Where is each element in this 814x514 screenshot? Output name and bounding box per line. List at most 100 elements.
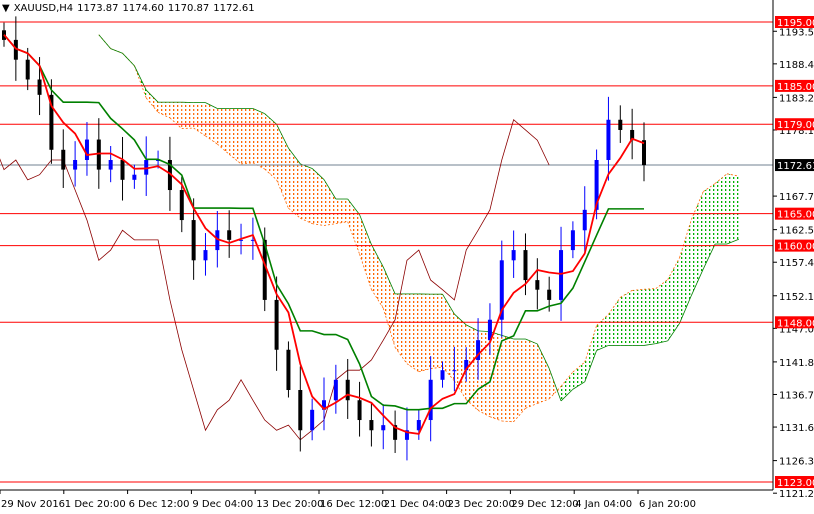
ohlc-open: 1173.87: [77, 3, 119, 14]
level-price-label: 1185.00: [777, 82, 814, 93]
level-price-label: 1195.00: [777, 18, 814, 29]
candle-body: [511, 250, 516, 261]
y-tick-label: 1162.50: [779, 226, 814, 237]
candle-body: [428, 379, 433, 421]
x-tick-label: 1 Dec 20:00: [65, 499, 126, 510]
cloud-segment: [146, 90, 159, 113]
senkou-b-segment: [134, 65, 147, 91]
senkou-b-segment: [122, 52, 135, 66]
price-chart[interactable]: 1193.551188.451183.201178.101167.751162.…: [0, 0, 814, 514]
cloud-segment: [418, 293, 431, 372]
y-tick-label: 1167.75: [779, 192, 814, 203]
ohlc-high: 1174.60: [122, 3, 164, 14]
cloud-segment: [561, 371, 573, 401]
y-tick-label: 1131.60: [779, 423, 814, 434]
cloud-segment: [513, 339, 526, 422]
x-tick-label: 23 Dec 20:00: [448, 499, 515, 510]
candle-body: [73, 160, 78, 170]
cloud-segment: [205, 102, 218, 145]
y-tick-label: 1141.80: [779, 358, 814, 369]
cloud-segment: [359, 214, 372, 290]
cloud-segment: [715, 173, 727, 245]
cloud-segment: [264, 113, 277, 180]
candle-body: [25, 59, 30, 80]
cloud-segment: [726, 173, 739, 245]
candle-body: [570, 230, 575, 251]
horizontal-levels: [0, 21, 773, 483]
ohlc-close: 1172.61: [213, 3, 255, 14]
cloud-segment: [324, 179, 336, 226]
chart-window[interactable]: 1193.551188.451183.201178.101167.751162.…: [0, 0, 814, 514]
candle-body: [227, 230, 232, 240]
price-axis-bg: [773, 0, 814, 514]
y-tick-label: 1152.15: [779, 292, 814, 303]
cloud-segment: [620, 290, 633, 346]
candle-body: [310, 409, 315, 431]
x-tick-label: 4 Jan 04:00: [575, 499, 632, 510]
candle-body: [61, 149, 66, 170]
y-tick-label: 1183.20: [779, 93, 814, 104]
candle-body: [535, 280, 540, 290]
x-tick-label: 6 Dec 12:00: [129, 499, 190, 510]
candle-body: [606, 119, 611, 161]
y-tick-label: 1157.40: [779, 258, 814, 269]
cloud-segment: [584, 325, 597, 382]
candle-body: [179, 190, 184, 221]
cloud-segment: [312, 168, 324, 226]
x-tick-label: 6 Jan 20:00: [639, 499, 696, 510]
candle-body: [108, 160, 113, 170]
cloud-segment: [371, 244, 384, 309]
candle-body: [286, 349, 291, 391]
candle-body: [381, 425, 386, 431]
level-price-label: 1148.00: [777, 318, 814, 329]
candle-body: [547, 289, 552, 300]
candle-body: [618, 119, 623, 130]
cloud-segment: [537, 343, 550, 404]
candle-body: [132, 174, 137, 180]
level-price-label: 1123.00: [777, 478, 814, 489]
collapse-triangle-icon[interactable]: ▼: [2, 3, 10, 14]
candle-body: [203, 250, 208, 261]
candle-body: [452, 370, 457, 372]
candle-body: [559, 250, 564, 300]
candle-body: [357, 400, 362, 421]
cloud-segment: [383, 266, 396, 348]
cloud-segment: [288, 148, 301, 219]
x-tick-label: 29 Dec 12:00: [511, 499, 578, 510]
candle-body: [191, 220, 196, 261]
y-tick-label: 1136.70: [779, 390, 814, 401]
cloud-segment: [217, 108, 230, 155]
candle-body: [84, 139, 89, 161]
cloud-segment: [229, 108, 242, 164]
cloud-segment: [632, 289, 644, 346]
cloud-segment: [454, 314, 467, 400]
ohlc-low: 1170.87: [167, 3, 210, 14]
senkou-b-segment: [98, 34, 111, 49]
y-tick-label: 1126.35: [779, 457, 814, 468]
x-tick-label: 16 Dec 12:00: [320, 499, 387, 510]
cloud-segment: [679, 219, 692, 324]
cloud-segment: [525, 339, 538, 409]
candle-body: [298, 390, 303, 431]
chart-title: ▼ XAUUSD,H4 1173.87 1174.60 1170.87 1172.61: [2, 3, 259, 14]
cloud-segment: [442, 294, 455, 381]
candle-body: [120, 160, 125, 180]
cloud-segment: [193, 102, 206, 136]
cloud-segment: [406, 293, 419, 372]
cloud-segment: [608, 297, 621, 346]
cloud-segment: [644, 288, 656, 346]
cloud-segment: [241, 108, 253, 164]
cloud-segment: [691, 191, 704, 296]
level-price-label: 1160.00: [777, 242, 814, 253]
y-tick-label: 1121.25: [779, 489, 814, 500]
symbol-label: XAUUSD,H4: [13, 3, 74, 14]
senkou-b-segment: [110, 48, 123, 54]
cloud-segment: [335, 199, 348, 224]
candle-body: [333, 379, 338, 401]
level-price-label: 1165.00: [777, 210, 814, 221]
candle-body: [369, 420, 374, 431]
candle-body: [642, 140, 646, 166]
x-tick-label: 9 Dec 04:00: [192, 499, 253, 510]
current-price-label: 1172.61: [777, 161, 814, 172]
cloud-segment: [667, 257, 680, 341]
